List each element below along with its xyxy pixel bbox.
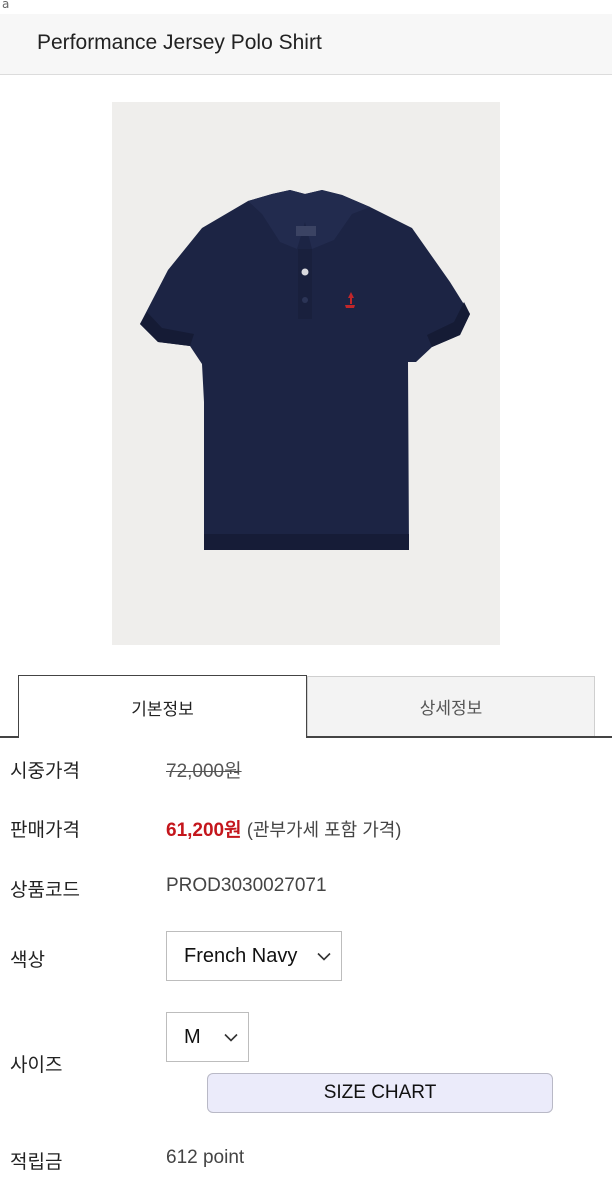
- size-label: 사이즈: [10, 1054, 63, 1076]
- color-select-value: French Navy: [184, 944, 298, 967]
- product-code-label: 상품코드: [10, 879, 80, 901]
- size-select-value: M: [184, 1025, 201, 1048]
- tab-basic-info[interactable]: 기본정보: [18, 675, 307, 738]
- size-chart-button[interactable]: SIZE CHART: [207, 1073, 553, 1113]
- header: Performance Jersey Polo Shirt: [0, 14, 612, 75]
- size-select[interactable]: M: [166, 1012, 249, 1062]
- product-image[interactable]: [112, 102, 500, 645]
- shirt-button: [302, 297, 308, 303]
- neck-label: [296, 226, 316, 236]
- color-label: 색상: [10, 949, 45, 971]
- info-tabs: 기본정보 상세정보: [0, 675, 612, 738]
- list-price-label: 시중가격: [10, 760, 80, 782]
- tab-detail-info[interactable]: 상세정보: [307, 676, 595, 736]
- tab-divider: [0, 736, 18, 738]
- corner-mark: a: [2, 0, 10, 11]
- points-label: 적립금: [10, 1151, 63, 1173]
- shirt-button: [301, 268, 309, 276]
- color-select[interactable]: French Navy: [166, 931, 342, 981]
- shirt-body: [140, 190, 470, 550]
- sale-price-note: (관부가세 포함 가격): [246, 820, 402, 840]
- product-code: PROD3030027071: [166, 875, 327, 896]
- polo-shirt-photo: [140, 190, 470, 550]
- sale-price-label: 판매가격: [10, 819, 80, 841]
- points-value: 612 point: [166, 1147, 245, 1168]
- shirt-hem: [204, 534, 409, 550]
- chevron-down-icon: [317, 945, 331, 968]
- sale-price: 61,200원: [166, 820, 242, 841]
- page-title: Performance Jersey Polo Shirt: [37, 31, 322, 54]
- tab-divider: [307, 736, 612, 738]
- sale-price-row: 61,200원 (관부가세 포함 가격): [166, 815, 401, 842]
- list-price: 72,000원: [166, 761, 242, 782]
- shirt-placket: [298, 249, 312, 319]
- chevron-down-icon: [224, 1026, 238, 1049]
